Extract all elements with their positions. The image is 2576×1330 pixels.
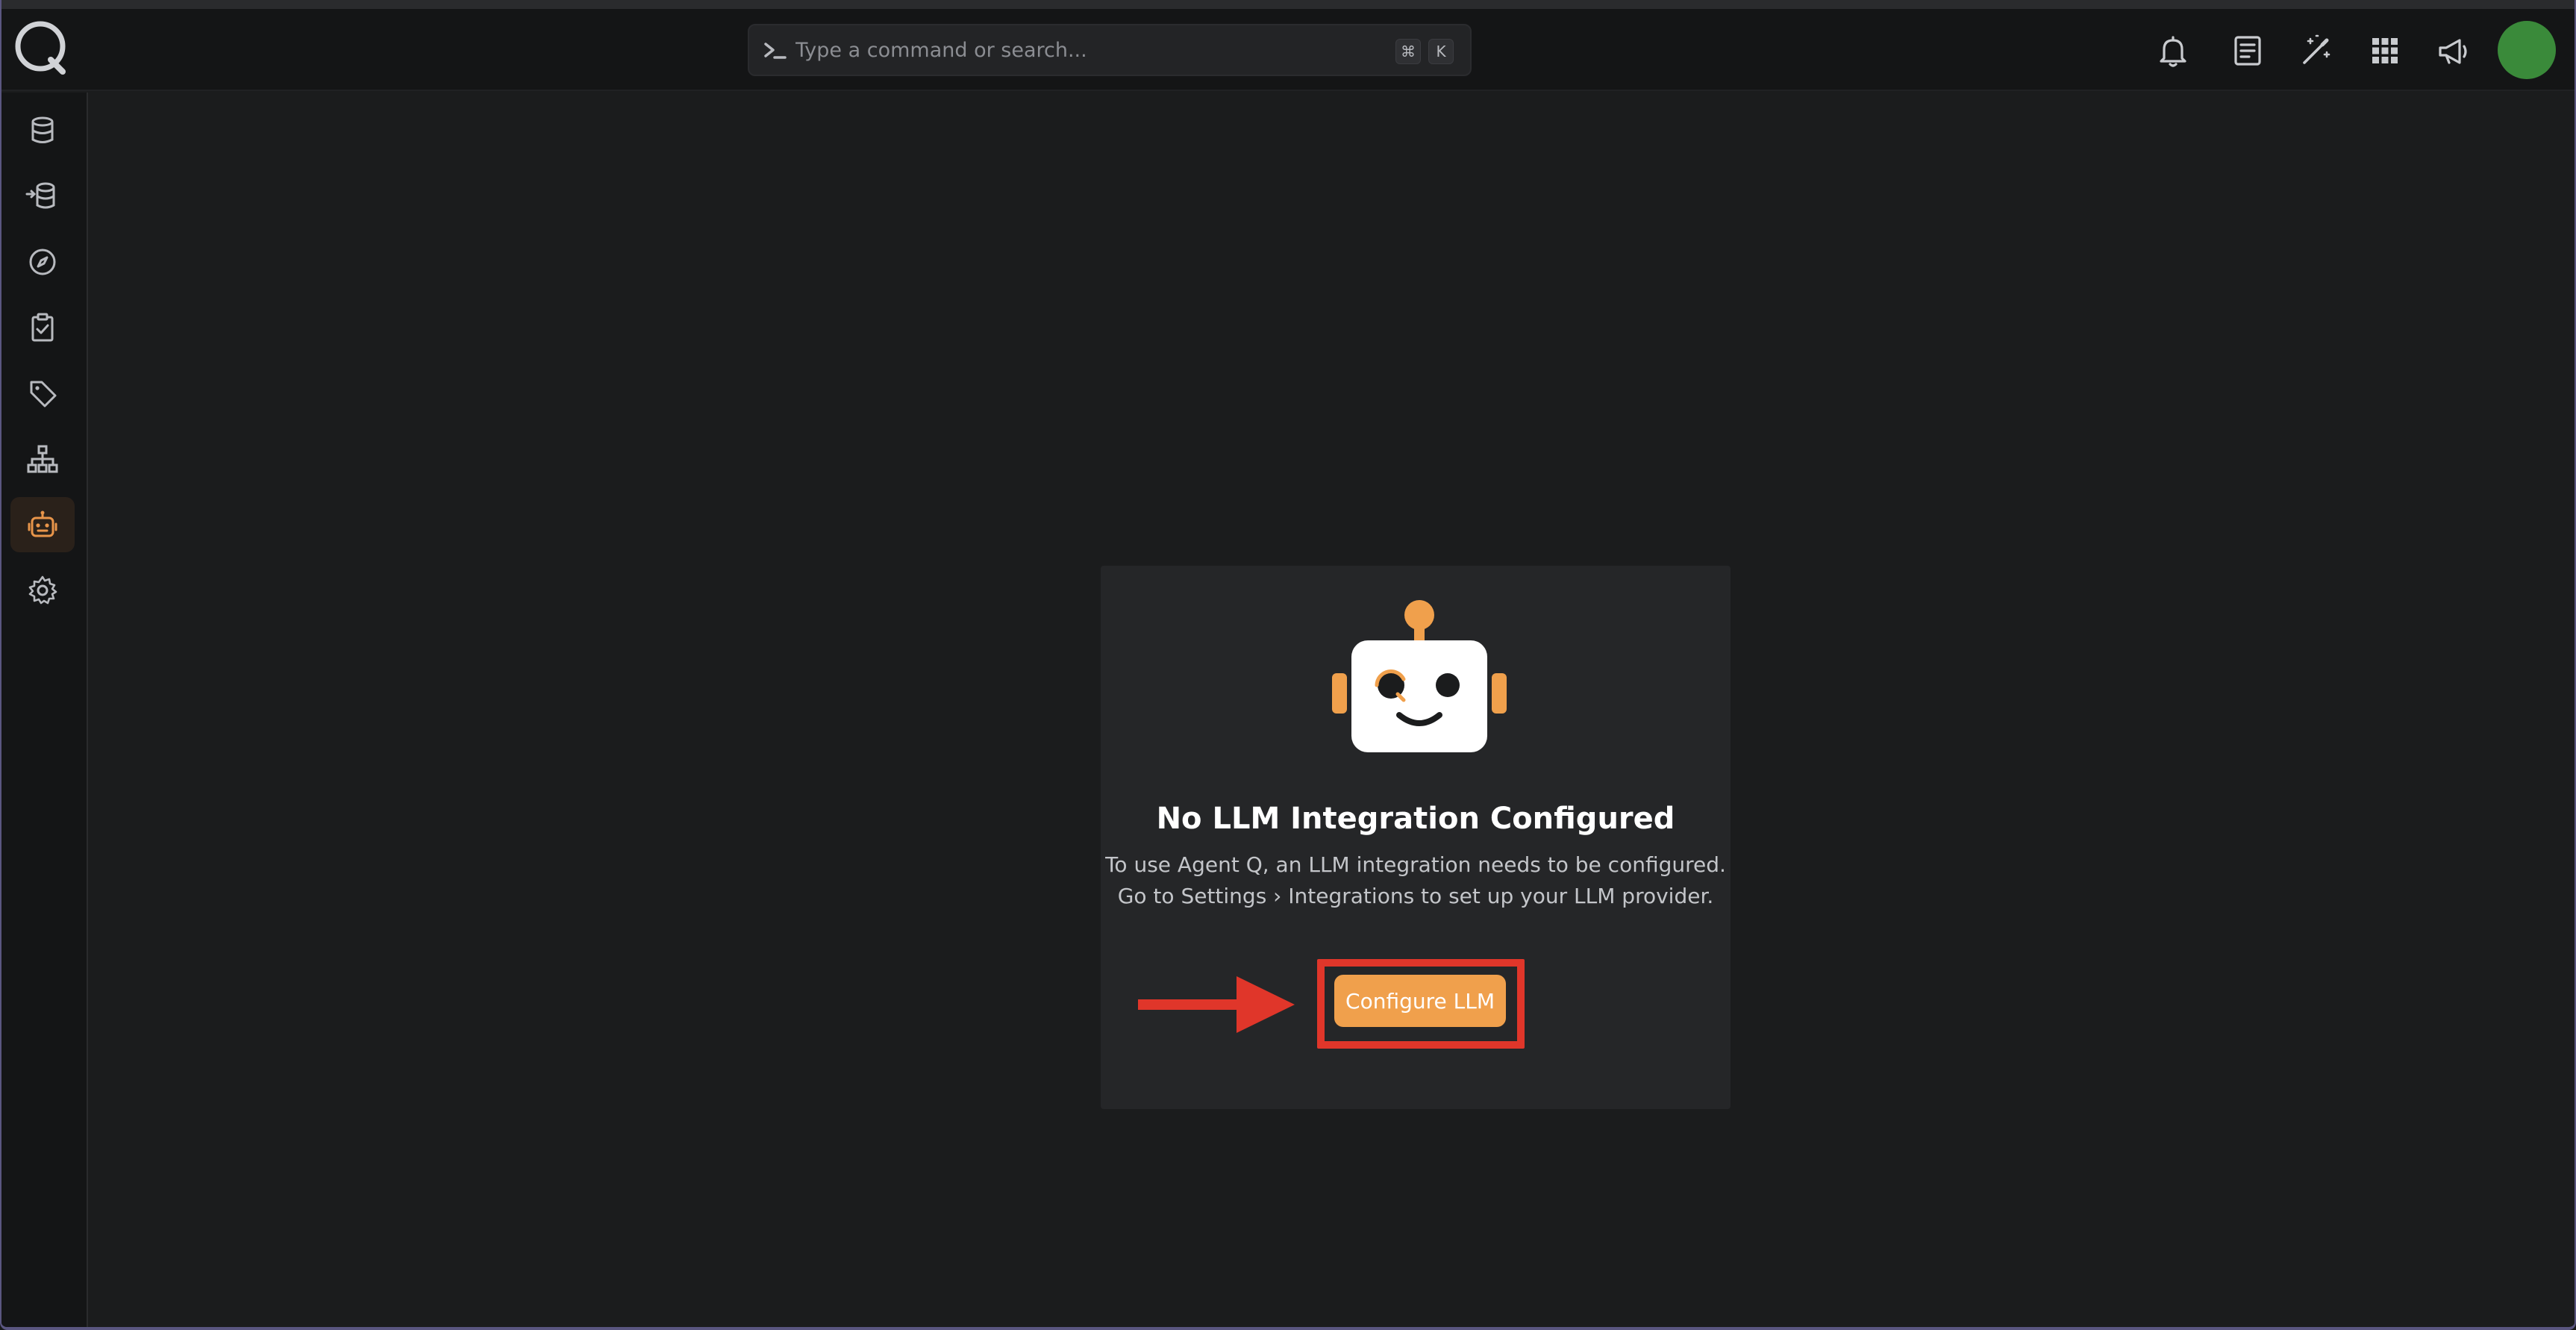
- shortcut-k-key: K: [1428, 39, 1454, 64]
- user-avatar[interactable]: [2498, 21, 2556, 79]
- empty-state-description-line1: To use Agent Q, an LLM integration needs…: [1105, 852, 1726, 877]
- search-input[interactable]: [795, 31, 1318, 69]
- hierarchy-icon: [27, 445, 58, 473]
- sidebar-item-agent[interactable]: [10, 497, 75, 552]
- empty-state-card: No LLM Integration Configured To use Age…: [1101, 566, 1731, 1109]
- apps-grid-icon[interactable]: [2366, 31, 2404, 70]
- sidebar-item-ingestion[interactable]: [10, 169, 75, 224]
- app-logo[interactable]: [10, 16, 73, 79]
- sidebar-items: [1, 93, 88, 615]
- compass-icon: [29, 249, 56, 275]
- sidebar-item-lineage[interactable]: [10, 431, 75, 487]
- annotation-arrow: [1138, 976, 1295, 1033]
- agent-robot-illustration: [1332, 600, 1507, 752]
- configure-llm-button[interactable]: Configure LLM: [1334, 975, 1506, 1027]
- sidebar-item-explore[interactable]: [10, 234, 75, 290]
- megaphone-icon[interactable]: [2434, 31, 2473, 70]
- main-content: No LLM Integration Configured To use Age…: [90, 93, 2575, 1327]
- top-bar: ⌘ K: [1, 9, 2575, 91]
- empty-state-description-line2: Go to Settings › Integrations to set up …: [1117, 884, 1714, 908]
- robot-icon: [28, 511, 57, 537]
- bell-icon[interactable]: [2154, 31, 2192, 70]
- sidebar-item-settings[interactable]: [10, 563, 75, 618]
- sidebar-item-database[interactable]: [10, 103, 75, 158]
- empty-state-title: No LLM Integration Configured: [1156, 802, 1675, 836]
- magic-wand-icon[interactable]: [2297, 31, 2336, 70]
- sidebar-item-tasks[interactable]: [10, 300, 75, 355]
- tag-icon: [30, 381, 57, 408]
- clipboard-check-icon: [31, 313, 54, 342]
- command-search[interactable]: ⌘ K: [748, 24, 1472, 76]
- terminal-prompt-icon: [764, 43, 787, 59]
- notes-icon[interactable]: [2228, 31, 2267, 70]
- gear-icon: [28, 575, 57, 605]
- app-window: ⌘ K: [0, 0, 2576, 1330]
- shortcut-cmd-key: ⌘: [1395, 39, 1421, 64]
- database-icon: [31, 116, 54, 143]
- window-top-edge: [1, 0, 2575, 9]
- sidebar-item-tags[interactable]: [10, 366, 75, 421]
- data-ingest-icon: [25, 182, 55, 209]
